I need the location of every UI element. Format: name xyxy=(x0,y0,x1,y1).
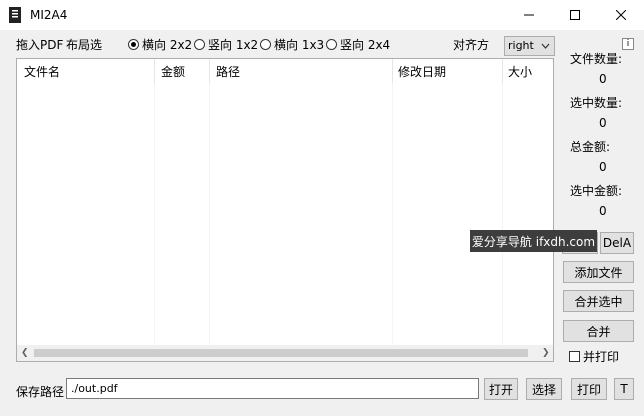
title-bar: MI2A4 xyxy=(0,0,644,30)
selected-amount-value: 0 xyxy=(599,204,607,218)
merge-selected-button[interactable]: 合并选中 xyxy=(563,290,634,312)
selected-count-label: 选中数量: xyxy=(570,96,623,110)
file-count-label: 文件数量: xyxy=(570,52,623,66)
merge-button[interactable]: 合并 xyxy=(563,320,634,342)
t-button[interactable]: T xyxy=(614,378,634,400)
scroll-thumb[interactable] xyxy=(34,349,528,357)
open-button[interactable]: 打开 xyxy=(484,378,518,400)
radio-selected-icon xyxy=(128,39,139,50)
column-header-size[interactable]: 大小 xyxy=(508,63,532,80)
column-header-path[interactable]: 路径 xyxy=(216,63,240,80)
file-table[interactable]: 文件名 金额 路径 修改日期 大小 ❮ ❯ xyxy=(16,58,554,362)
window-title: MI2A4 xyxy=(30,8,68,22)
close-icon xyxy=(616,10,626,20)
layout-label: 布局选 xyxy=(66,38,103,52)
save-path-label: 保存路径 xyxy=(16,385,65,399)
info-button[interactable]: i xyxy=(622,38,634,50)
file-count-value: 0 xyxy=(599,72,607,86)
scroll-right-icon[interactable]: ❯ xyxy=(542,348,550,358)
scroll-left-icon[interactable]: ❮ xyxy=(21,348,29,358)
document-icon xyxy=(9,7,21,23)
align-select[interactable]: right xyxy=(504,36,555,56)
selected-amount-label: 选中金额: xyxy=(570,184,623,198)
total-amount-value: 0 xyxy=(599,160,607,174)
column-header-modified[interactable]: 修改日期 xyxy=(398,63,446,80)
checkbox-icon xyxy=(569,351,580,362)
layout-radio-h2x2[interactable]: 横向 2x2 xyxy=(128,36,192,53)
align-label: 对齐方 xyxy=(453,38,490,52)
align-select-value: right xyxy=(508,39,534,52)
close-button[interactable] xyxy=(598,0,644,30)
save-path-input[interactable]: ./out.pdf xyxy=(66,378,479,399)
radio-icon xyxy=(194,39,205,50)
column-header-filename[interactable]: 文件名 xyxy=(24,63,60,80)
delete-all-button[interactable]: DelA xyxy=(600,232,634,254)
add-file-button[interactable]: 添加文件 xyxy=(563,261,634,283)
layout-radio-v2x4[interactable]: 竖向 2x4 xyxy=(326,36,390,53)
print-button[interactable]: 打印 xyxy=(571,378,607,400)
select-button[interactable]: 选择 xyxy=(526,378,562,400)
layout-radio-v1x2[interactable]: 竖向 1x2 xyxy=(194,36,258,53)
minimize-icon xyxy=(524,14,534,16)
radio-icon xyxy=(326,39,337,50)
watermark-banner: 爱分享导航 ifxdh.com xyxy=(470,230,597,252)
radio-icon xyxy=(260,39,271,50)
maximize-button[interactable] xyxy=(552,0,598,30)
chevron-down-icon xyxy=(541,43,550,49)
drop-pdf-label[interactable]: 拖入PDF xyxy=(16,36,63,53)
merge-print-checkbox[interactable]: 并打印 xyxy=(569,348,619,365)
horizontal-scrollbar[interactable]: ❮ ❯ xyxy=(17,345,553,361)
total-amount-label: 总金额: xyxy=(570,140,611,154)
maximize-icon xyxy=(570,10,580,20)
selected-count-value: 0 xyxy=(599,116,607,130)
column-header-amount[interactable]: 金额 xyxy=(161,63,185,80)
minimize-button[interactable] xyxy=(506,0,552,30)
layout-radio-h1x3[interactable]: 横向 1x3 xyxy=(260,36,324,53)
